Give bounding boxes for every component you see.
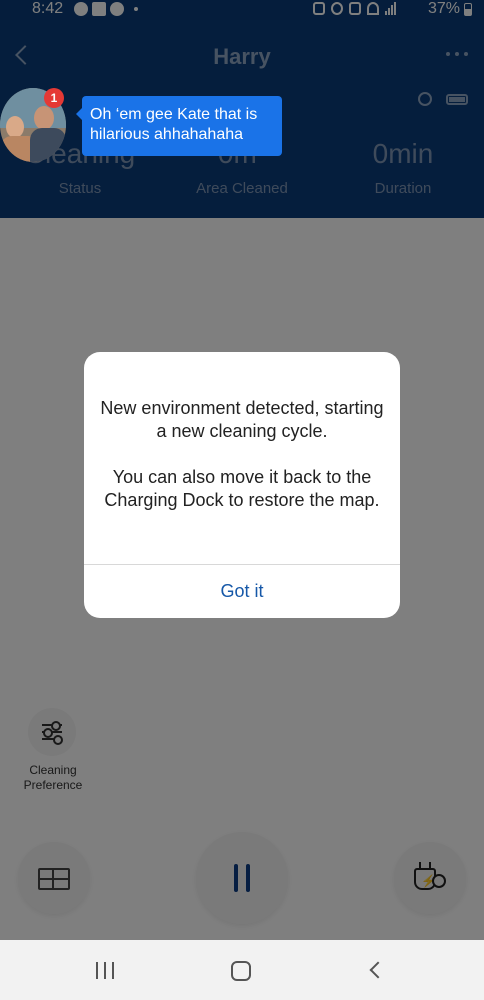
recent-apps-icon[interactable] xyxy=(96,962,114,979)
system-nav-bar xyxy=(0,940,484,1000)
dialog-message-line: New environment detected, starting a new… xyxy=(100,398,384,441)
got-it-button[interactable]: Got it xyxy=(84,565,400,618)
nav-back-icon[interactable] xyxy=(369,961,387,979)
dialog-message: New environment detected, starting a new… xyxy=(100,397,384,512)
chat-message-preview[interactable]: Oh ‘em gee Kate that is hilarious ahhaha… xyxy=(76,96,282,156)
dialog-message-line: You can also move it back to the Chargin… xyxy=(104,467,380,510)
home-icon[interactable] xyxy=(231,961,251,981)
new-environment-dialog: New environment detected, starting a new… xyxy=(84,352,400,618)
chat-unread-badge: 1 xyxy=(44,88,64,108)
